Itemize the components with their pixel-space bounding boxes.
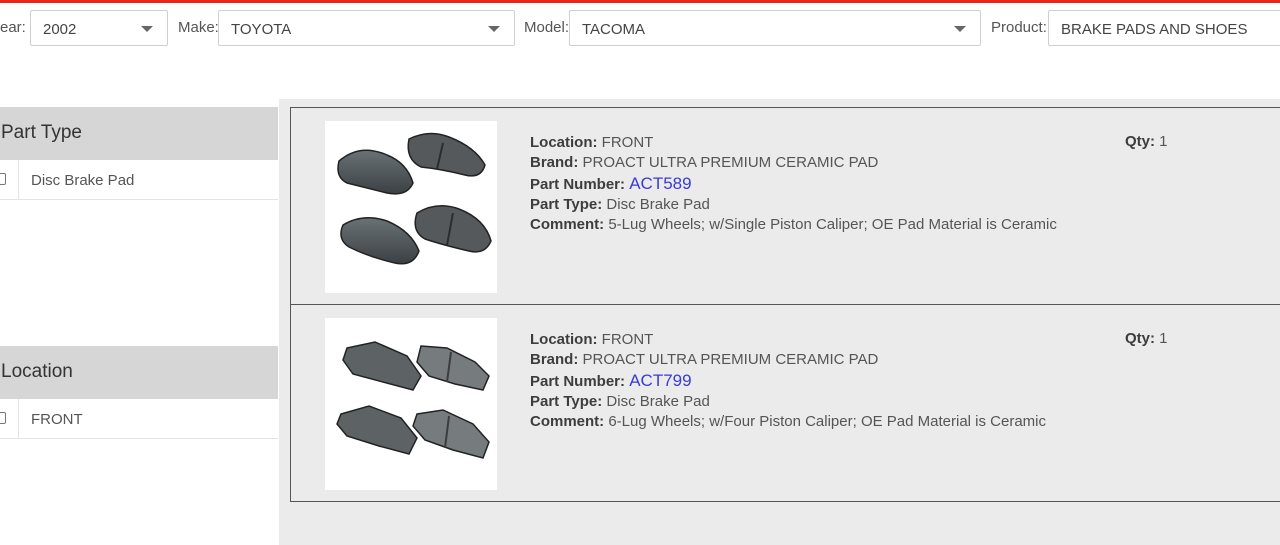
make-value: TOYOTA [231, 21, 292, 38]
part-number-link[interactable]: ACT799 [629, 371, 691, 390]
result-details: Location: FRONT Brand: PROACT ULTRA PREM… [530, 133, 1057, 235]
chevron-down-icon [954, 26, 966, 32]
facet-option-front[interactable]: FRONT [0, 399, 278, 439]
brake-pad-image-icon [336, 341, 490, 459]
result-card: Location: FRONT Brand: PROACT ULTRA PREM… [290, 107, 1280, 305]
product-select[interactable]: BRAKE PADS AND SHOES [1048, 10, 1280, 46]
part-type-label: Part Type: [530, 392, 603, 410]
location-label: Location: [530, 331, 598, 348]
year-select[interactable]: 2002 [30, 10, 168, 46]
divider [18, 160, 19, 199]
location-value: FRONT [601, 331, 654, 348]
qty-label: Qty: [1125, 133, 1155, 150]
part-number-link[interactable]: ACT589 [629, 174, 691, 193]
year-value: 2002 [43, 21, 77, 38]
quantity: Qty: 1 [1125, 330, 1168, 347]
facet-option-disc-brake-pad[interactable]: Disc Brake Pad [0, 160, 278, 200]
qty-value: 1 [1159, 133, 1168, 150]
part-number-label: Part Number: [530, 372, 626, 390]
chevron-down-icon [141, 26, 153, 32]
year-label: ear: [0, 19, 26, 36]
checkbox[interactable] [0, 412, 6, 424]
make-label: Make: [178, 19, 219, 36]
qty-label: Qty: [1125, 330, 1155, 347]
divider [18, 399, 19, 438]
part-number-label: Part Number: [530, 175, 626, 193]
facet-title: Part Type [1, 122, 82, 143]
facet-header-location: Location [0, 346, 278, 399]
result-card: Location: FRONT Brand: PROACT ULTRA PREM… [290, 304, 1280, 502]
comment-value: 6-Lug Wheels; w/Four Piston Caliper; OE … [608, 413, 1047, 431]
model-label: Model: [524, 19, 570, 36]
quantity: Qty: 1 [1125, 133, 1168, 150]
brand-label: Brand: [530, 351, 579, 369]
brand-value: PROACT ULTRA PREMIUM CERAMIC PAD [582, 351, 879, 369]
product-image[interactable] [325, 318, 497, 490]
location-label: Location: [530, 134, 598, 151]
facet-header-part-type: Part Type [0, 107, 278, 160]
facet-title: Location [1, 361, 73, 382]
product-label: Product: [991, 19, 1047, 36]
part-type-value: Disc Brake Pad [606, 195, 710, 213]
result-details: Location: FRONT Brand: PROACT ULTRA PREM… [530, 330, 1046, 432]
model-select[interactable]: TACOMA [569, 10, 981, 46]
make-select[interactable]: TOYOTA [218, 10, 515, 46]
top-accent-bar [0, 0, 1280, 3]
comment-value: 5-Lug Wheels; w/Single Piston Caliper; O… [608, 216, 1057, 234]
brand-label: Brand: [530, 154, 579, 172]
chevron-down-icon [488, 26, 500, 32]
checkbox[interactable] [0, 173, 6, 185]
comment-label: Comment: [530, 413, 605, 431]
location-value: FRONT [601, 134, 654, 151]
facet-option-label: Disc Brake Pad [31, 172, 135, 189]
comment-label: Comment: [530, 216, 605, 234]
brand-value: PROACT ULTRA PREMIUM CERAMIC PAD [582, 154, 879, 172]
facet-option-label: FRONT [31, 411, 83, 428]
model-value: TACOMA [582, 21, 646, 38]
part-type-value: Disc Brake Pad [606, 392, 710, 410]
part-type-label: Part Type: [530, 195, 603, 213]
brake-pad-image-icon [337, 132, 492, 265]
product-value: BRAKE PADS AND SHOES [1061, 21, 1248, 38]
product-image[interactable] [325, 121, 497, 293]
qty-value: 1 [1159, 330, 1168, 347]
